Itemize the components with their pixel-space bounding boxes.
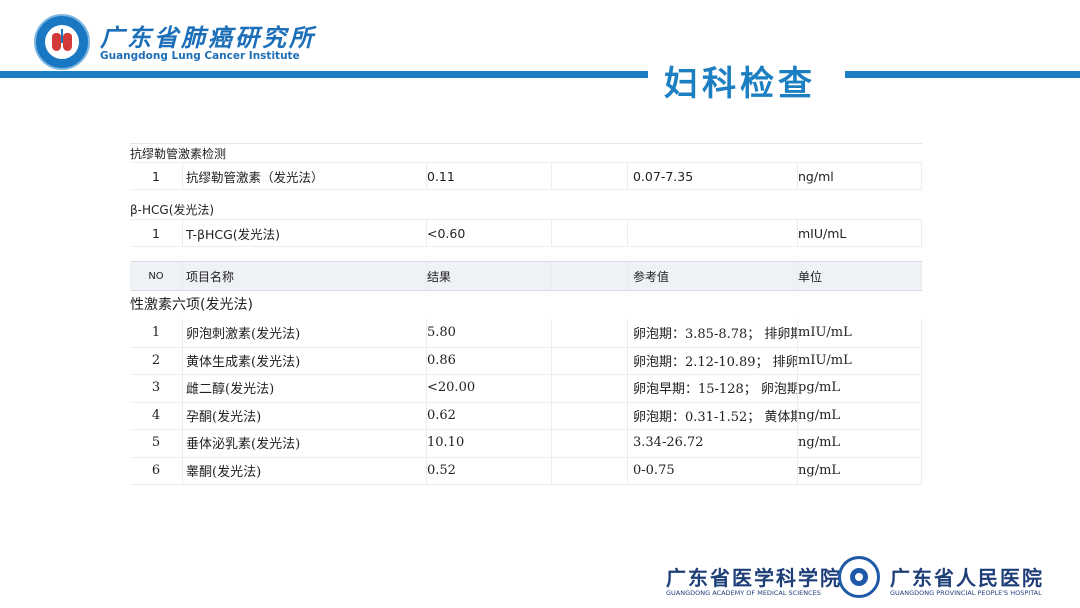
- row-reference: [633, 220, 797, 246]
- row-result: 10.10: [427, 435, 465, 451]
- row-item-name: 雌二醇(发光法): [186, 382, 275, 398]
- table-row: 3 雌二醇(发光法) <20.00 卵泡早期：15-128； 卵泡期 pg/mL: [130, 374, 922, 403]
- table-row: 5 垂体泌乳素(发光法) 10.10 3.34-26.72 ng/mL: [130, 429, 922, 458]
- row-no: 1: [152, 168, 160, 184]
- hcg-section-title: β-HCG(发光法): [130, 203, 215, 217]
- institute-logo: [34, 14, 90, 70]
- academy-name-en: GUANGDONG ACADEMY OF MEDICAL SCIENCES: [666, 589, 821, 597]
- row-item-name: 黄体生成素(发光法): [186, 354, 301, 370]
- row-result: <0.60: [427, 225, 466, 241]
- slide-title: 妇科检查: [664, 64, 816, 104]
- row-unit: mIU/mL: [798, 352, 852, 368]
- row-unit: mIU/mL: [798, 325, 852, 341]
- sex-hormone-section-title: 性激素六项(发光法): [130, 297, 253, 313]
- row-no: 5: [151, 435, 161, 451]
- row-no: 4: [151, 407, 161, 423]
- table-row: 6 睾酮(发光法) 0.52 0-0.75 ng/mL: [130, 456, 922, 485]
- table-row: 2 黄体生成素(发光法) 0.86 卵泡期：2.12-10.89； 排卵 mIU/mL: [130, 346, 922, 375]
- table-row: 1 卵泡刺激素(发光法) 5.80 卵泡期：3.85-8.78； 排卵期 mIU/mL: [130, 319, 922, 348]
- row-item-name: 抗缪勒管激素（发光法）: [186, 169, 324, 185]
- hcg-row: 1 T-βHCG(发光法) <0.60 mIU/mL: [130, 219, 922, 247]
- row-item-name: 垂体泌乳素(发光法): [186, 437, 301, 453]
- row-item-name: 卵泡刺激素(发光法): [186, 327, 301, 343]
- amh-section-title: 抗缪勒管激素检测: [130, 143, 922, 162]
- row-reference: 卵泡早期：15-128； 卵泡期: [633, 382, 797, 398]
- row-result: 0.86: [427, 352, 456, 368]
- row-no: 1: [151, 325, 161, 341]
- row-unit: ng/ml: [798, 168, 834, 184]
- row-unit: mIU/mL: [798, 225, 847, 241]
- institute-name-cn: 广东省肺癌研究所: [100, 23, 316, 52]
- header-item-name: 项目名称: [186, 269, 235, 284]
- row-unit: pg/mL: [798, 380, 840, 396]
- row-reference: 卵泡期：0.31-1.52； 黄体期: [633, 409, 797, 425]
- row-reference: 0.07-7.35: [633, 168, 694, 184]
- academy-name-cn: 广东省医学科学院: [666, 566, 842, 590]
- row-no: 1: [152, 225, 160, 241]
- row-unit: ng/mL: [798, 462, 841, 478]
- header-result: 结果: [427, 269, 452, 284]
- header-band-left: [0, 71, 648, 78]
- row-item-name: 睾酮(发光法): [186, 464, 262, 480]
- amh-row: 1 抗缪勒管激素（发光法） 0.11 0.07-7.35 ng/ml: [130, 162, 922, 190]
- row-no: 3: [151, 380, 161, 396]
- hospital-name-cn: 广东省人民医院: [890, 566, 1044, 590]
- row-reference: 3.34-26.72: [633, 435, 704, 451]
- hospital-name-en: GUANGDONG PROVINCIAL PEOPLE'S HOSPITAL: [890, 589, 1042, 597]
- row-result: 5.80: [427, 325, 456, 341]
- row-no: 6: [151, 462, 161, 478]
- hospital-logo: [838, 556, 880, 598]
- row-reference: 卵泡期：3.85-8.78； 排卵期: [633, 327, 797, 343]
- row-result: 0.11: [427, 168, 455, 184]
- header-band-right: [845, 71, 1080, 78]
- row-item-name: 孕酮(发光法): [186, 409, 262, 425]
- row-reference: 卵泡期：2.12-10.89； 排卵: [633, 354, 797, 370]
- row-result: 0.62: [427, 407, 456, 423]
- row-item-name: T-βHCG(发光法): [186, 226, 281, 242]
- institute-name-en: Guangdong Lung Cancer Institute: [100, 50, 300, 62]
- row-unit: ng/mL: [798, 407, 841, 423]
- row-result: 0.52: [427, 462, 456, 478]
- table-header-row: NO 项目名称 结果 参考值 单位: [130, 261, 922, 291]
- row-unit: ng/mL: [798, 435, 841, 451]
- header-unit: 单位: [798, 269, 823, 284]
- row-no: 2: [151, 352, 161, 368]
- table-row: 4 孕酮(发光法) 0.62 卵泡期：0.31-1.52； 黄体期 ng/mL: [130, 401, 922, 430]
- row-reference: 0-0.75: [633, 462, 675, 478]
- header-reference: 参考值: [633, 269, 670, 284]
- header-no: NO: [148, 270, 164, 282]
- row-result: <20.00: [427, 380, 476, 396]
